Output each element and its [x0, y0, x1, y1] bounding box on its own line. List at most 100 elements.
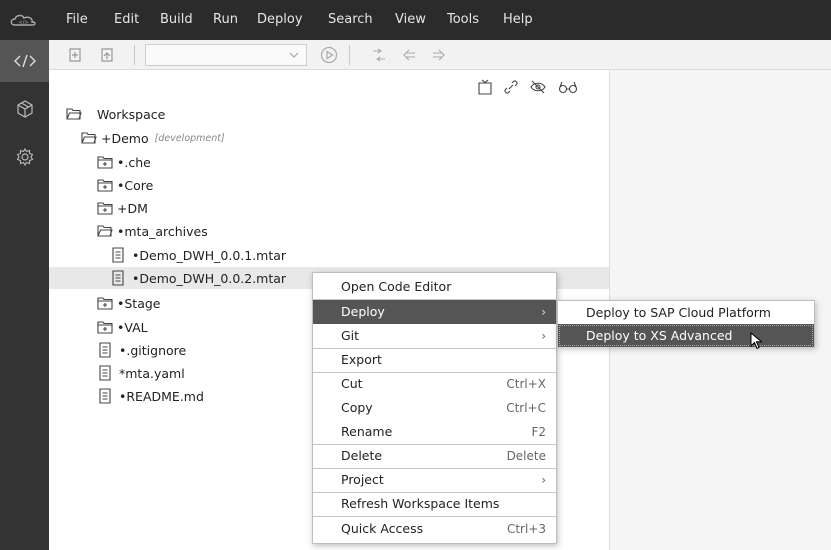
- menu-bar: </> File Edit Build Run Deploy Search Vi…: [0, 0, 831, 40]
- tree-item-label: •mta_archives: [117, 223, 208, 239]
- toolbar: [49, 40, 831, 70]
- chevron-down-icon: [289, 52, 299, 58]
- tree-item-label: •Demo_DWH_0.0.2.mtar: [132, 270, 287, 286]
- menu-run[interactable]: Run: [213, 11, 238, 29]
- menu-item-label: Deploy: [341, 304, 385, 319]
- submenu-arrow-icon: ›: [541, 305, 546, 319]
- glasses-icon[interactable]: [558, 79, 578, 95]
- tree-item-core[interactable]: •Core: [97, 174, 153, 196]
- cloud-logo-icon[interactable]: </>: [6, 10, 40, 30]
- menu-item-rename[interactable]: Rename F2: [313, 420, 556, 444]
- tree-item-workspace[interactable]: Workspace: [66, 103, 165, 125]
- menu-item-label: Git: [341, 328, 360, 343]
- file-icon: [99, 342, 111, 358]
- tree-item-mta-archives[interactable]: •mta_archives: [97, 220, 208, 242]
- preferences-activity[interactable]: [0, 136, 49, 178]
- menu-item-label: Delete: [341, 448, 383, 463]
- menu-item-label: Export: [341, 352, 382, 367]
- tree-item-label: •.gitignore: [119, 342, 187, 358]
- menu-item-label: Cut: [341, 376, 363, 391]
- hide-icon[interactable]: [529, 79, 547, 95]
- tree-item-demo[interactable]: +Demo [development]: [81, 127, 225, 149]
- menu-search[interactable]: Search: [328, 11, 373, 29]
- folder-open-icon: [97, 225, 113, 237]
- file-icon: [112, 270, 124, 286]
- file-icon: [99, 365, 111, 381]
- menu-file[interactable]: File: [66, 11, 88, 29]
- menu-item-deploy-xs-advanced[interactable]: Deploy to XS Advanced: [558, 324, 814, 347]
- menu-edit[interactable]: Edit: [114, 11, 139, 29]
- menu-item-shortcut: Ctrl+C: [506, 401, 546, 415]
- submenu-arrow-icon: ›: [541, 329, 546, 343]
- tree-item-che[interactable]: •.che: [97, 151, 151, 173]
- run-icon[interactable]: [320, 46, 338, 64]
- menu-item-label: Project: [341, 472, 384, 487]
- menu-item-deploy[interactable]: Deploy ›: [313, 300, 556, 324]
- tree-item-label: •VAL: [117, 319, 148, 335]
- tree-item-gitignore[interactable]: •.gitignore: [97, 339, 186, 361]
- menu-item-shortcut: Ctrl+3: [506, 522, 546, 536]
- menu-item-label: Quick Access: [341, 521, 424, 536]
- tree-item-label: •README.md: [119, 388, 204, 404]
- tree-item-mta-yaml[interactable]: *mta.yaml: [97, 362, 185, 384]
- menu-item-shortcut: F2: [531, 425, 546, 439]
- menu-deploy[interactable]: Deploy: [257, 11, 303, 29]
- menu-item-deploy-sap-cloud[interactable]: Deploy to SAP Cloud Platform: [558, 301, 814, 324]
- menu-build[interactable]: Build: [160, 11, 193, 29]
- menu-item-label: Deploy to XS Advanced: [586, 328, 733, 343]
- menu-item-label: Rename: [341, 424, 393, 439]
- toolbar-separator: [134, 45, 135, 65]
- code-icon: [13, 54, 36, 68]
- file-icon: [99, 388, 111, 404]
- folder-closed-icon: [97, 321, 113, 334]
- folder-open-icon: [81, 132, 97, 144]
- tree-item-label: +DM: [117, 200, 148, 216]
- deploy-submenu: Deploy to SAP Cloud Platform Deploy to X…: [557, 300, 815, 347]
- menu-item-project[interactable]: Project ›: [313, 468, 556, 492]
- menu-item-label: Open Code Editor: [341, 279, 452, 294]
- tree-item-label: •.che: [117, 154, 151, 170]
- menu-tools[interactable]: Tools: [447, 11, 479, 29]
- tree-item-val[interactable]: •VAL: [97, 316, 148, 338]
- tree-item-readme[interactable]: •README.md: [97, 385, 204, 407]
- menu-item-cut[interactable]: Cut Ctrl+X: [313, 372, 556, 396]
- mouse-cursor-icon: [750, 332, 763, 350]
- menu-view[interactable]: View: [395, 11, 426, 29]
- tree-item-label: •Stage: [117, 295, 161, 311]
- folder-closed-icon: [97, 202, 113, 215]
- menu-item-git[interactable]: Git ›: [313, 324, 556, 348]
- tree-item-stage[interactable]: •Stage: [97, 292, 161, 314]
- menu-item-shortcut: Ctrl+X: [506, 377, 546, 391]
- export-icon[interactable]: [99, 47, 115, 63]
- file-icon: [112, 247, 124, 263]
- menu-item-label: Refresh Workspace Items: [341, 496, 500, 511]
- link-icon[interactable]: [503, 79, 519, 95]
- git-branch-icon[interactable]: [371, 47, 387, 63]
- import-icon[interactable]: [67, 47, 83, 63]
- menu-item-refresh-workspace[interactable]: Refresh Workspace Items: [313, 492, 556, 516]
- menu-item-copy[interactable]: Copy Ctrl+C: [313, 396, 556, 420]
- development-activity[interactable]: [0, 40, 49, 82]
- menu-item-quick-access[interactable]: Quick Access Ctrl+3: [313, 517, 556, 541]
- tree-item-mtar-002[interactable]: •Demo_DWH_0.0.2.mtar: [110, 267, 286, 289]
- folder-closed-icon: [97, 297, 113, 310]
- arrow-right-icon[interactable]: [431, 47, 447, 63]
- activity-bar: [0, 40, 49, 550]
- tree-item-dm[interactable]: +DM: [97, 197, 148, 219]
- collapse-icon[interactable]: [478, 79, 492, 95]
- arrow-left-icon[interactable]: [401, 47, 417, 63]
- tree-item-label: •Demo_DWH_0.0.1.mtar: [132, 247, 287, 263]
- menu-item-delete[interactable]: Delete Delete: [313, 444, 556, 468]
- menu-help[interactable]: Help: [503, 11, 533, 29]
- tree-item-label: +Demo: [101, 130, 149, 146]
- menu-item-export[interactable]: Export: [313, 348, 556, 372]
- cube-icon: [16, 100, 33, 118]
- run-configuration-select[interactable]: [145, 44, 307, 66]
- tree-item-label: Workspace: [97, 106, 166, 122]
- folder-closed-icon: [97, 179, 113, 192]
- packages-activity[interactable]: [0, 88, 49, 130]
- settings-icon: [16, 147, 33, 167]
- tree-item-mtar-001[interactable]: •Demo_DWH_0.0.1.mtar: [110, 244, 286, 266]
- svg-text:</>: </>: [19, 20, 29, 26]
- menu-item-open-code-editor[interactable]: Open Code Editor: [313, 275, 556, 299]
